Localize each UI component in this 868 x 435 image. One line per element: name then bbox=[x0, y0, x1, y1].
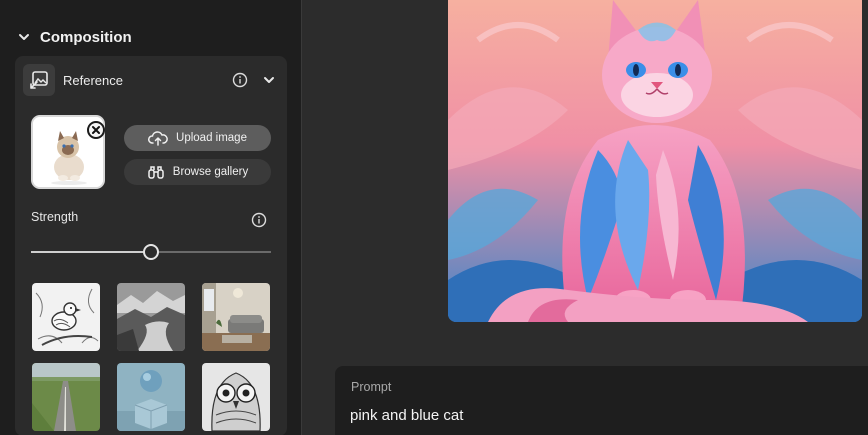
preset-bird-sketch[interactable] bbox=[32, 283, 100, 351]
sphere-on-cube-thumbnail bbox=[117, 363, 185, 431]
cloud-upload-icon bbox=[148, 131, 168, 146]
pink-blue-cat-artwork bbox=[448, 0, 862, 322]
composition-section-toggle[interactable]: Composition bbox=[18, 26, 132, 48]
reference-header[interactable]: Reference bbox=[23, 64, 279, 96]
binoculars-icon bbox=[148, 166, 164, 179]
chevron-down-icon bbox=[19, 34, 29, 40]
preset-owl-sketch[interactable] bbox=[202, 363, 270, 431]
reference-label: Reference bbox=[63, 72, 123, 88]
reference-thumbnail[interactable] bbox=[31, 115, 105, 189]
composition-title: Composition bbox=[40, 28, 132, 46]
strength-slider[interactable] bbox=[31, 244, 271, 260]
browse-gallery-label: Browse gallery bbox=[172, 166, 249, 178]
bird-sketch-thumbnail bbox=[32, 283, 100, 351]
strength-slider-handle[interactable] bbox=[143, 244, 159, 260]
owl-sketch-thumbnail bbox=[202, 363, 270, 431]
image-reference-icon bbox=[23, 64, 55, 96]
info-icon[interactable] bbox=[232, 72, 248, 88]
strength-slider-fill bbox=[31, 251, 151, 253]
preset-misty-river[interactable] bbox=[117, 283, 185, 351]
generated-image[interactable] bbox=[448, 0, 862, 322]
upload-image-label: Upload image bbox=[176, 132, 247, 144]
preset-sphere-on-cube[interactable] bbox=[117, 363, 185, 431]
close-icon bbox=[92, 126, 100, 134]
prompt-box: Prompt bbox=[335, 366, 868, 435]
upload-image-button[interactable]: Upload image bbox=[124, 125, 271, 151]
preset-living-room[interactable] bbox=[202, 283, 270, 351]
reference-panel: Reference Upload image Browse gallery St… bbox=[15, 56, 287, 435]
preset-green-road[interactable] bbox=[32, 363, 100, 431]
info-icon[interactable] bbox=[251, 212, 267, 228]
prompt-label: Prompt bbox=[351, 380, 392, 394]
green-road-thumbnail bbox=[32, 363, 100, 431]
living-room-thumbnail bbox=[202, 283, 270, 351]
misty-river-thumbnail bbox=[117, 283, 185, 351]
chevron-down-icon[interactable] bbox=[263, 74, 275, 86]
composition-sidebar: Composition Reference Upload image Brows… bbox=[0, 0, 302, 435]
remove-reference-button[interactable] bbox=[87, 121, 105, 139]
prompt-input[interactable] bbox=[350, 404, 850, 426]
browse-gallery-button[interactable]: Browse gallery bbox=[124, 159, 271, 185]
strength-label: Strength bbox=[31, 210, 79, 224]
